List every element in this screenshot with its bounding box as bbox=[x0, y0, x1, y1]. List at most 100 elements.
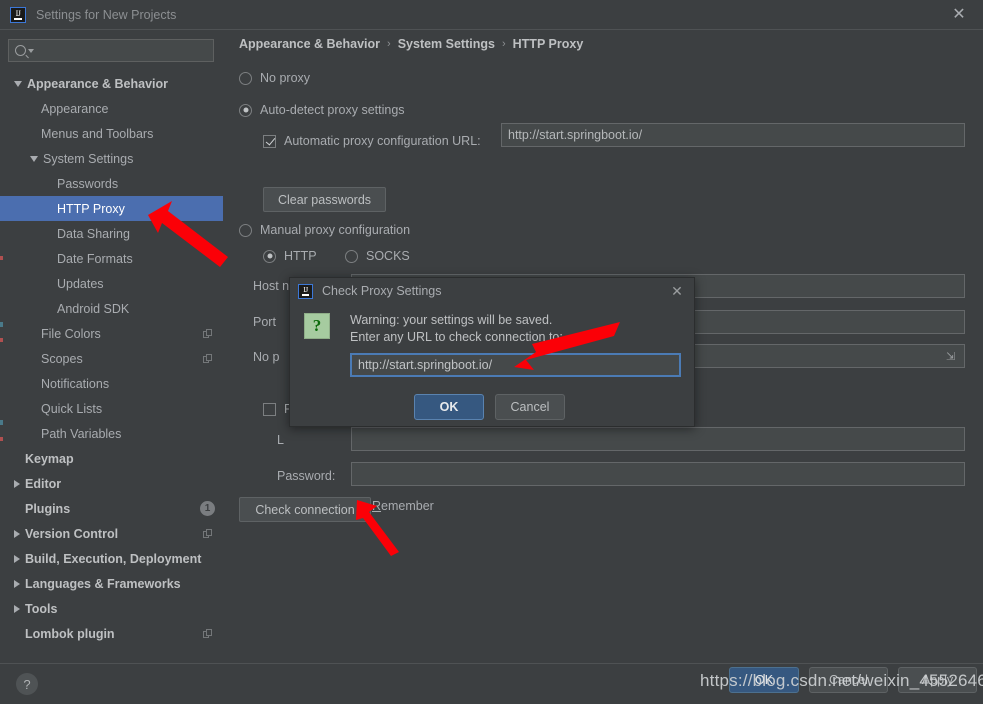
breadcrumb-part-2[interactable]: System Settings bbox=[398, 37, 495, 51]
sidebar-item-updates[interactable]: Updates bbox=[0, 271, 223, 296]
sidebar-item-android-sdk[interactable]: Android SDK bbox=[0, 296, 223, 321]
plugin-update-count-badge: 1 bbox=[200, 501, 215, 516]
login-input[interactable] bbox=[351, 427, 965, 451]
sidebar-item-passwords[interactable]: Passwords bbox=[0, 171, 223, 196]
radio-no-proxy-label: No proxy bbox=[260, 71, 311, 85]
close-icon[interactable]: ✕ bbox=[668, 282, 686, 300]
sidebar-item-file-colors[interactable]: File Colors bbox=[0, 321, 223, 346]
clear-passwords-button[interactable]: Clear passwords bbox=[263, 187, 386, 212]
sidebar-item-label: Menus and Toolbars bbox=[41, 126, 154, 141]
expand-icon[interactable]: ⇲ bbox=[946, 352, 957, 363]
radio-manual-label: Manual proxy configuration bbox=[260, 223, 411, 237]
sidebar-item-label: Notifications bbox=[41, 376, 110, 391]
sidebar-item-label: Tools bbox=[25, 601, 58, 616]
radio-no-proxy[interactable]: No proxy bbox=[239, 71, 310, 85]
sidebar-item-label: Keymap bbox=[25, 451, 74, 466]
sidebar-item-label: Android SDK bbox=[57, 301, 130, 316]
dialog-ok-button[interactable]: OK bbox=[414, 394, 484, 420]
sidebar-item-label: Appearance & Behavior bbox=[27, 76, 169, 91]
sidebar-item-http-proxy[interactable]: HTTP Proxy bbox=[0, 196, 223, 221]
remember-rest: emember bbox=[381, 499, 434, 513]
sidebar-item-label: Build, Execution, Deployment bbox=[25, 551, 202, 566]
sidebar-item-label: Passwords bbox=[57, 176, 119, 191]
sidebar-item-label: Languages & Frameworks bbox=[25, 576, 181, 591]
apply-button[interactable]: Apply bbox=[898, 667, 977, 693]
question-icon: ? bbox=[304, 313, 330, 339]
password-input[interactable] bbox=[351, 462, 965, 486]
sidebar-item-label: HTTP Proxy bbox=[57, 201, 125, 216]
radio-http-indicator bbox=[263, 249, 276, 263]
radio-manual-proxy-config[interactable]: Manual proxy configuration bbox=[239, 223, 410, 237]
dialog-cancel-button[interactable]: Cancel bbox=[495, 394, 565, 420]
sidebar-item-system-settings[interactable]: System Settings bbox=[0, 146, 223, 171]
sidebar-item-keymap[interactable]: Keymap bbox=[0, 446, 223, 471]
check-url-input[interactable]: http://start.springboot.io/ bbox=[350, 353, 681, 377]
edge-artifact bbox=[0, 322, 3, 327]
chevron-right-icon bbox=[14, 554, 20, 563]
sidebar-item-editor[interactable]: Editor bbox=[0, 471, 223, 496]
sidebar-item-plugins[interactable]: Plugins 1 bbox=[0, 496, 223, 521]
close-icon[interactable]: ✕ bbox=[947, 4, 971, 26]
breadcrumb-separator-icon: › bbox=[501, 38, 506, 50]
sidebar-item-label: Editor bbox=[25, 476, 62, 491]
sidebar-item-version-control[interactable]: Version Control bbox=[0, 521, 223, 546]
help-icon[interactable]: ? bbox=[16, 673, 38, 695]
search-input[interactable] bbox=[8, 39, 214, 62]
checkbox-proxy-authentication[interactable]: P bbox=[263, 402, 292, 416]
sidebar-item-date-formats[interactable]: Date Formats bbox=[0, 246, 223, 271]
sidebar-item-appearance[interactable]: Appearance bbox=[0, 96, 223, 121]
sidebar-item-label: Appearance bbox=[41, 101, 109, 116]
sidebar-item-label: Updates bbox=[57, 276, 104, 291]
auto-proxy-config-url-input[interactable]: http://start.springboot.io/ bbox=[501, 123, 965, 147]
sidebar-item-scopes[interactable]: Scopes bbox=[0, 346, 223, 371]
sidebar-item-languages-frameworks[interactable]: Languages & Frameworks bbox=[0, 571, 223, 596]
sidebar-item-lombok-plugin[interactable]: Lombok plugin bbox=[0, 621, 223, 646]
copy-settings-icon bbox=[203, 353, 213, 364]
ok-button[interactable]: OK bbox=[729, 667, 799, 693]
window-title: Settings for New Projects bbox=[36, 7, 177, 22]
breadcrumb-part-1[interactable]: Appearance & Behavior bbox=[239, 37, 380, 51]
check-proxy-settings-dialog: IJ Check Proxy Settings ✕ ? Warning: you… bbox=[289, 277, 695, 427]
sidebar-item-label: Plugins bbox=[25, 501, 71, 516]
sidebar-item-label: Lombok plugin bbox=[25, 626, 115, 641]
chevron-right-icon bbox=[14, 604, 20, 613]
sidebar-item-quick-lists[interactable]: Quick Lists bbox=[0, 396, 223, 421]
edge-artifact bbox=[0, 256, 3, 260]
sidebar-item-label: Quick Lists bbox=[41, 401, 103, 416]
sidebar-item-build-execution-deployment[interactable]: Build, Execution, Deployment bbox=[0, 546, 223, 571]
sidebar-item-label: File Colors bbox=[41, 326, 101, 341]
settings-window: IJ Settings for New Projects ✕ Appearanc… bbox=[0, 0, 983, 704]
check-connection-button[interactable]: Check connection bbox=[239, 497, 371, 522]
intellij-idea-icon: IJ bbox=[10, 6, 26, 23]
sidebar-item-appearance-behavior[interactable]: Appearance & Behavior bbox=[0, 71, 223, 96]
radio-auto-detect-proxy[interactable]: Auto-detect proxy settings bbox=[239, 103, 405, 117]
copy-settings-icon bbox=[203, 628, 213, 639]
breadcrumb-separator-icon: › bbox=[387, 38, 391, 50]
settings-sidebar: Appearance & Behavior Appearance Menus and… bbox=[0, 29, 223, 664]
dialog-title: Check Proxy Settings bbox=[322, 284, 442, 298]
window-titlebar: IJ Settings for New Projects ✕ bbox=[0, 0, 983, 29]
sidebar-item-tools[interactable]: Tools bbox=[0, 596, 223, 621]
dialog-message-line-1: Warning: your settings will be saved. bbox=[350, 313, 553, 327]
sidebar-item-data-sharing[interactable]: Data Sharing bbox=[0, 221, 223, 246]
no-proxy-for-label: No p bbox=[253, 350, 280, 364]
sidebar-item-menus-and-toolbars[interactable]: Menus and Toolbars bbox=[0, 121, 223, 146]
sidebar-item-notifications[interactable]: Notifications bbox=[0, 371, 223, 396]
radio-protocol-socks[interactable]: SOCKS bbox=[345, 249, 410, 263]
checkbox-automatic-proxy-config-url[interactable]: Automatic proxy configuration URL: bbox=[263, 134, 481, 148]
sidebar-item-path-variables[interactable]: Path Variables bbox=[0, 421, 223, 446]
edge-artifact bbox=[0, 338, 3, 342]
cancel-button[interactable]: Cancel bbox=[809, 667, 888, 693]
chevron-right-icon bbox=[14, 529, 20, 538]
radio-http-label: HTTP bbox=[284, 249, 317, 263]
sidebar-item-label: Date Formats bbox=[57, 251, 133, 266]
radio-protocol-http[interactable]: HTTP bbox=[263, 249, 317, 263]
settings-tree[interactable]: Appearance & Behavior Appearance Menus and… bbox=[0, 71, 223, 656]
